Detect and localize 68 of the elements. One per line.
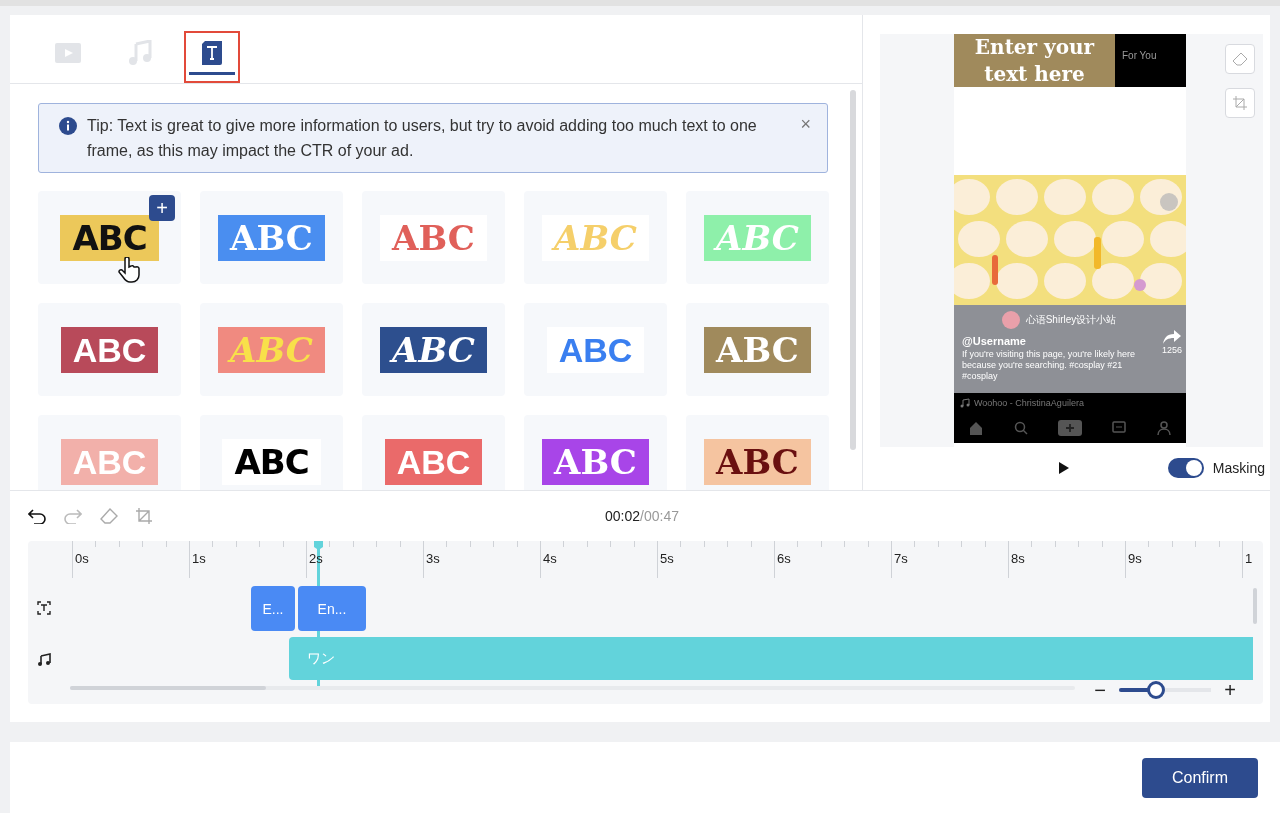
share-count: 1256 — [1161, 345, 1182, 355]
text-style-label: ABC — [72, 217, 147, 258]
add-button[interactable]: + — [149, 195, 175, 221]
text-style-label: ABC — [72, 330, 147, 369]
text-clip[interactable]: E... — [251, 586, 295, 631]
text-style-card[interactable]: ABC — [200, 415, 343, 490]
share-icon — [1162, 329, 1182, 345]
text-style-label: ABC — [392, 217, 475, 258]
zoom-in-button[interactable]: + — [1223, 682, 1237, 698]
caption: If you're visiting this page, you're likely here because you're searching. #cosplay #21 #cosplay — [962, 349, 1137, 382]
slider-thumb[interactable] — [1146, 681, 1165, 699]
username: @Username — [962, 335, 1027, 347]
home-icon — [969, 421, 984, 435]
crop-icon — [1233, 96, 1247, 110]
music-note-icon — [960, 398, 970, 408]
play-button[interactable] — [1058, 461, 1070, 475]
search-icon — [1013, 421, 1028, 435]
song-title: Woohoo - ChristinaAguilera — [974, 398, 1084, 408]
undo-button[interactable] — [28, 508, 46, 524]
crop-button[interactable] — [1225, 88, 1255, 118]
tip-text: Tip: Text is great to give more information to users, but try to avoid adding too much text to one frame, as this may impact the CTR of your ad. — [87, 116, 758, 161]
inbox-icon — [1112, 421, 1127, 435]
text-track-icon — [37, 601, 51, 615]
text-style-label: ABC — [716, 329, 799, 370]
text-style-card[interactable]: ABC — [686, 303, 829, 396]
masking-toggle[interactable] — [1167, 458, 1204, 478]
hand-cursor-icon — [118, 257, 142, 283]
text-style-label: ABC — [716, 441, 799, 482]
masking-label: Masking — [1212, 460, 1265, 476]
feed-tab-label: For You — [1122, 50, 1157, 61]
text-clip[interactable]: En... — [298, 586, 366, 631]
zoom-out-button[interactable]: − — [1093, 682, 1107, 698]
crop-button[interactable] — [136, 508, 152, 524]
text-style-card[interactable]: ABC — [524, 303, 667, 396]
time-display: 00:02/00:47 — [605, 508, 679, 524]
music-icon — [127, 39, 153, 66]
text-icon — [200, 39, 224, 66]
text-style-card[interactable]: ABC — [362, 415, 505, 490]
info-icon — [59, 117, 77, 135]
text-style-label: ABC — [234, 441, 309, 482]
text-style-card[interactable]: ABC — [686, 415, 829, 490]
text-style-card[interactable]: ABC — [38, 303, 181, 396]
text-style-card[interactable]: ABC — [362, 191, 505, 284]
music-track-icon — [37, 653, 51, 667]
confirm-button[interactable]: Confirm — [1142, 757, 1258, 798]
author-name: 心语Shirley设计小站 — [1025, 313, 1117, 327]
video-icon — [54, 40, 82, 65]
text-style-card[interactable]: ABC — [362, 303, 505, 396]
text-style-label: ABC — [554, 441, 637, 482]
text-style-card[interactable]: ABC — [524, 415, 667, 490]
text-style-label: ABC — [396, 442, 471, 481]
redo-button[interactable] — [64, 508, 82, 524]
eraser-icon — [1232, 52, 1248, 66]
text-style-label: ABC — [72, 442, 147, 481]
close-button[interactable]: × — [796, 113, 815, 135]
text-style-card[interactable]: ABC — [200, 191, 343, 284]
profile-icon — [1156, 421, 1171, 435]
scrollbar-thumb[interactable] — [70, 686, 266, 690]
text-style-label: ABC — [558, 330, 633, 369]
text-style-label: ABC — [230, 217, 313, 258]
text-overlay[interactable]: Enter your text here — [954, 34, 1115, 89]
scrollbar-thumb[interactable] — [1253, 588, 1257, 624]
create-icon — [1057, 420, 1082, 436]
avatar — [1001, 311, 1020, 329]
tab[interactable] — [184, 31, 240, 83]
eraser-button[interactable] — [100, 508, 118, 524]
eraser-button[interactable] — [1225, 44, 1255, 74]
text-style-card[interactable]: ABC + — [38, 191, 181, 284]
